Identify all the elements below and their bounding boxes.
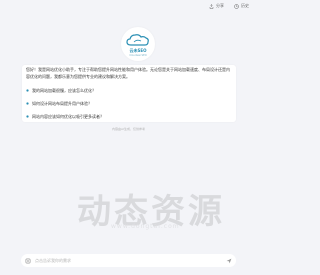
logo: 云未SEO Cloudwei SEO — [121, 27, 155, 61]
attach-button[interactable] — [24, 257, 31, 264]
ai-disclaimer: 内容由AI生成，仅供参考 — [112, 127, 145, 131]
topbar: 分享 历史 — [209, 3, 249, 9]
history-label: 历史 — [241, 3, 249, 8]
bullet-icon — [26, 89, 29, 92]
suggestion-item[interactable]: 网站内容应该如何优化以吸引更多读者？ — [26, 113, 104, 120]
history-button[interactable]: 历史 — [234, 3, 249, 9]
bullet-icon — [26, 115, 29, 118]
suggestion-label: 如何设计网站布局提升用户体验？ — [32, 100, 92, 106]
clock-icon — [234, 3, 239, 9]
send-icon — [226, 258, 232, 263]
attachment-icon — [25, 258, 30, 263]
chat-input[interactable] — [35, 258, 225, 263]
share-button[interactable]: 分享 — [209, 3, 224, 9]
suggestion-item[interactable]: 我的网站加载很慢，应该怎么优化？ — [26, 87, 104, 94]
share-icon — [209, 3, 214, 9]
chat-input-bar — [21, 254, 236, 267]
bullet-icon — [26, 102, 29, 105]
send-button[interactable] — [225, 257, 233, 265]
suggestion-list: 我的网站加载很慢，应该怎么优化？ 如何设计网站布局提升用户体验？ 网站内容应该如… — [26, 87, 104, 120]
share-label: 分享 — [216, 3, 224, 8]
suggestion-item[interactable]: 如何设计网站布局提升用户体验？ — [26, 100, 104, 107]
suggestion-label: 网站内容应该如何优化以吸引更多读者？ — [32, 113, 104, 119]
watermark-subtitle: www.dongtai.com — [111, 223, 180, 230]
suggestion-label: 我的网站加载很慢，应该怎么优化？ — [32, 87, 96, 93]
intro-message: 您好！我是网站优化小助手，专注于帮助您提升网站性能和用户体验。无论您是关于网站加… — [26, 67, 230, 79]
logo-subtitle: Cloudwei SEO — [129, 53, 147, 57]
